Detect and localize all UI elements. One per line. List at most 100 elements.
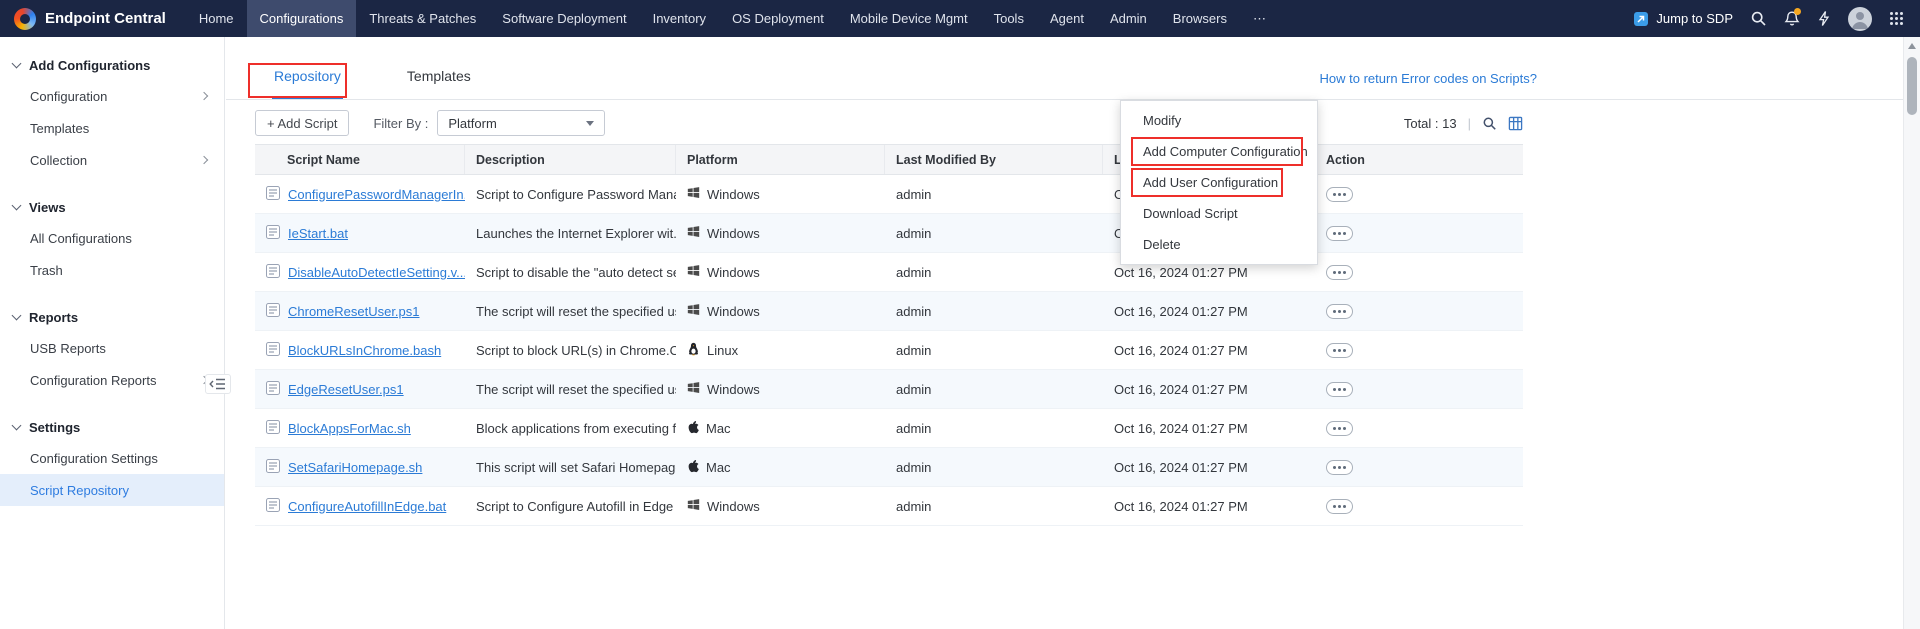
- sidebar-item-templates[interactable]: Templates: [0, 112, 224, 144]
- sidebar-item-label: All Configurations: [30, 231, 132, 246]
- sidebar-item-configuration-settings[interactable]: Configuration Settings: [0, 442, 224, 474]
- nav-more-icon[interactable]: ⋯: [1240, 0, 1279, 37]
- sidebar-item-label: USB Reports: [30, 341, 106, 356]
- platform-label: Windows: [707, 265, 760, 280]
- column-script-name[interactable]: Script Name: [255, 145, 465, 174]
- platform-filter-select[interactable]: Platform: [437, 110, 605, 136]
- row-actions-context-menu: Modify Add Computer Configuration Add Us…: [1120, 100, 1318, 265]
- nav-item-admin[interactable]: Admin: [1097, 0, 1160, 37]
- script-description: This script will set Safari Homepage: [465, 460, 676, 475]
- nav-item-software-deployment[interactable]: Software Deployment: [489, 0, 639, 37]
- scroll-up-arrow-icon[interactable]: [1908, 43, 1916, 49]
- section-views[interactable]: Views: [0, 192, 224, 222]
- scrollbar-thumb[interactable]: [1907, 57, 1917, 115]
- column-platform[interactable]: Platform: [676, 145, 885, 174]
- sidebar-item-configuration[interactable]: Configuration: [0, 80, 224, 112]
- nav-item-agent[interactable]: Agent: [1037, 0, 1097, 37]
- platform-label: Linux: [707, 343, 738, 358]
- script-name-link[interactable]: ChromeResetUser.ps1: [288, 304, 420, 319]
- modified-by: admin: [885, 460, 1103, 475]
- modified-on: Oct 16, 2024 01:27 PM: [1103, 382, 1315, 397]
- row-actions-button[interactable]: [1326, 265, 1353, 280]
- row-actions-button[interactable]: [1326, 304, 1353, 319]
- nav-item-threats-patches[interactable]: Threats & Patches: [356, 0, 489, 37]
- menu-item-delete[interactable]: Delete: [1121, 229, 1317, 260]
- menu-item-add-computer-configuration[interactable]: Add Computer Configuration: [1121, 136, 1317, 167]
- column-description[interactable]: Description: [465, 145, 676, 174]
- section-add-configurations[interactable]: Add Configurations: [0, 50, 224, 80]
- row-actions-button[interactable]: [1326, 187, 1353, 202]
- add-script-button[interactable]: + Add Script: [255, 110, 349, 136]
- column-last-modified-by[interactable]: Last Modified By: [885, 145, 1103, 174]
- nav-item-os-deployment[interactable]: OS Deployment: [719, 0, 837, 37]
- sidebar-item-usb-reports[interactable]: USB Reports: [0, 332, 224, 364]
- table-row: BlockAppsForMac.sh Block applications fr…: [255, 409, 1523, 448]
- row-actions-button[interactable]: [1326, 499, 1353, 514]
- sidebar-item-configuration-reports[interactable]: Configuration Reports: [0, 364, 224, 396]
- section-title: Add Configurations: [29, 58, 150, 73]
- apps-grid-icon[interactable]: [1889, 11, 1904, 26]
- row-actions-button[interactable]: [1326, 382, 1353, 397]
- menu-item-add-user-configuration[interactable]: Add User Configuration: [1121, 167, 1317, 198]
- windows-icon: [687, 381, 700, 397]
- tab-templates[interactable]: Templates: [405, 68, 473, 99]
- brand[interactable]: Endpoint Central: [0, 8, 186, 30]
- script-description: Block applications from executing f...: [465, 421, 676, 436]
- script-description: The script will reset the specified us..…: [465, 382, 676, 397]
- menu-item-modify[interactable]: Modify: [1121, 105, 1317, 136]
- modified-on: Oct 16, 2024 01:27 PM: [1103, 421, 1315, 436]
- nav-item-configurations[interactable]: Configurations: [247, 0, 357, 37]
- sidebar-item-all-configurations[interactable]: All Configurations: [0, 222, 224, 254]
- script-file-icon: [265, 380, 281, 399]
- notifications-bell-icon[interactable]: [1784, 10, 1800, 27]
- jump-to-sdp-label: Jump to SDP: [1656, 11, 1733, 26]
- sidebar-item-script-repository[interactable]: Script Repository: [0, 474, 224, 506]
- more-actions-icon: [1338, 271, 1341, 274]
- script-name-link[interactable]: ConfigureAutofillInEdge.bat: [288, 499, 446, 514]
- row-actions-button[interactable]: [1326, 421, 1353, 436]
- collapse-panel-icon[interactable]: [205, 374, 231, 394]
- script-file-icon: [265, 263, 281, 282]
- nav-item-mobile-device-mgmt[interactable]: Mobile Device Mgmt: [837, 0, 981, 37]
- script-name-link[interactable]: IeStart.bat: [288, 226, 348, 241]
- error-codes-help-link[interactable]: How to return Error codes on Scripts?: [1320, 71, 1537, 86]
- top-navbar: Endpoint Central Home Configurations Thr…: [0, 0, 1920, 37]
- jump-to-sdp-button[interactable]: Jump to SDP: [1633, 11, 1733, 27]
- script-name-link[interactable]: ConfigurePasswordManagerIn...: [288, 187, 465, 202]
- script-description: Launches the Internet Explorer wit...: [465, 226, 676, 241]
- script-name-link[interactable]: EdgeResetUser.ps1: [288, 382, 404, 397]
- lightning-icon[interactable]: [1817, 10, 1831, 27]
- modified-on: Oct 16, 2024 01:27 PM: [1103, 460, 1315, 475]
- tab-repository[interactable]: Repository: [272, 68, 343, 99]
- row-actions-button[interactable]: [1326, 460, 1353, 475]
- table-row: ConfigureAutofillInEdge.bat Script to Co…: [255, 487, 1523, 526]
- sidebar-item-trash[interactable]: Trash: [0, 254, 224, 286]
- script-name-link[interactable]: BlockAppsForMac.sh: [288, 421, 411, 436]
- user-avatar[interactable]: [1848, 7, 1872, 31]
- vertical-scrollbar[interactable]: [1903, 37, 1920, 629]
- menu-item-download-script[interactable]: Download Script: [1121, 198, 1317, 229]
- script-name-link[interactable]: DisableAutoDetectIeSetting.v...: [288, 265, 465, 280]
- script-name-link[interactable]: SetSafariHomepage.sh: [288, 460, 422, 475]
- script-file-icon: [265, 458, 281, 477]
- table-row: BlockURLsInChrome.bash Script to block U…: [255, 331, 1523, 370]
- nav-item-home[interactable]: Home: [186, 0, 247, 37]
- table-search-icon[interactable]: [1482, 116, 1497, 131]
- modified-by: admin: [885, 265, 1103, 280]
- nav-item-browsers[interactable]: Browsers: [1160, 0, 1240, 37]
- section-reports[interactable]: Reports: [0, 302, 224, 332]
- section-settings[interactable]: Settings: [0, 412, 224, 442]
- script-name-link[interactable]: BlockURLsInChrome.bash: [288, 343, 441, 358]
- nav-item-tools[interactable]: Tools: [981, 0, 1037, 37]
- column-action[interactable]: Action: [1315, 145, 1523, 174]
- nav-item-inventory[interactable]: Inventory: [640, 0, 719, 37]
- nav-menu: Home Configurations Threats & Patches So…: [186, 0, 1279, 37]
- search-icon[interactable]: [1750, 10, 1767, 27]
- more-actions-icon: [1338, 349, 1341, 352]
- script-file-icon: [265, 224, 281, 243]
- sidebar-item-collection[interactable]: Collection: [0, 144, 224, 176]
- table-row: DisableAutoDetectIeSetting.v... Script t…: [255, 253, 1523, 292]
- row-actions-button[interactable]: [1326, 226, 1353, 241]
- column-view-icon[interactable]: [1508, 116, 1523, 131]
- row-actions-button[interactable]: [1326, 343, 1353, 358]
